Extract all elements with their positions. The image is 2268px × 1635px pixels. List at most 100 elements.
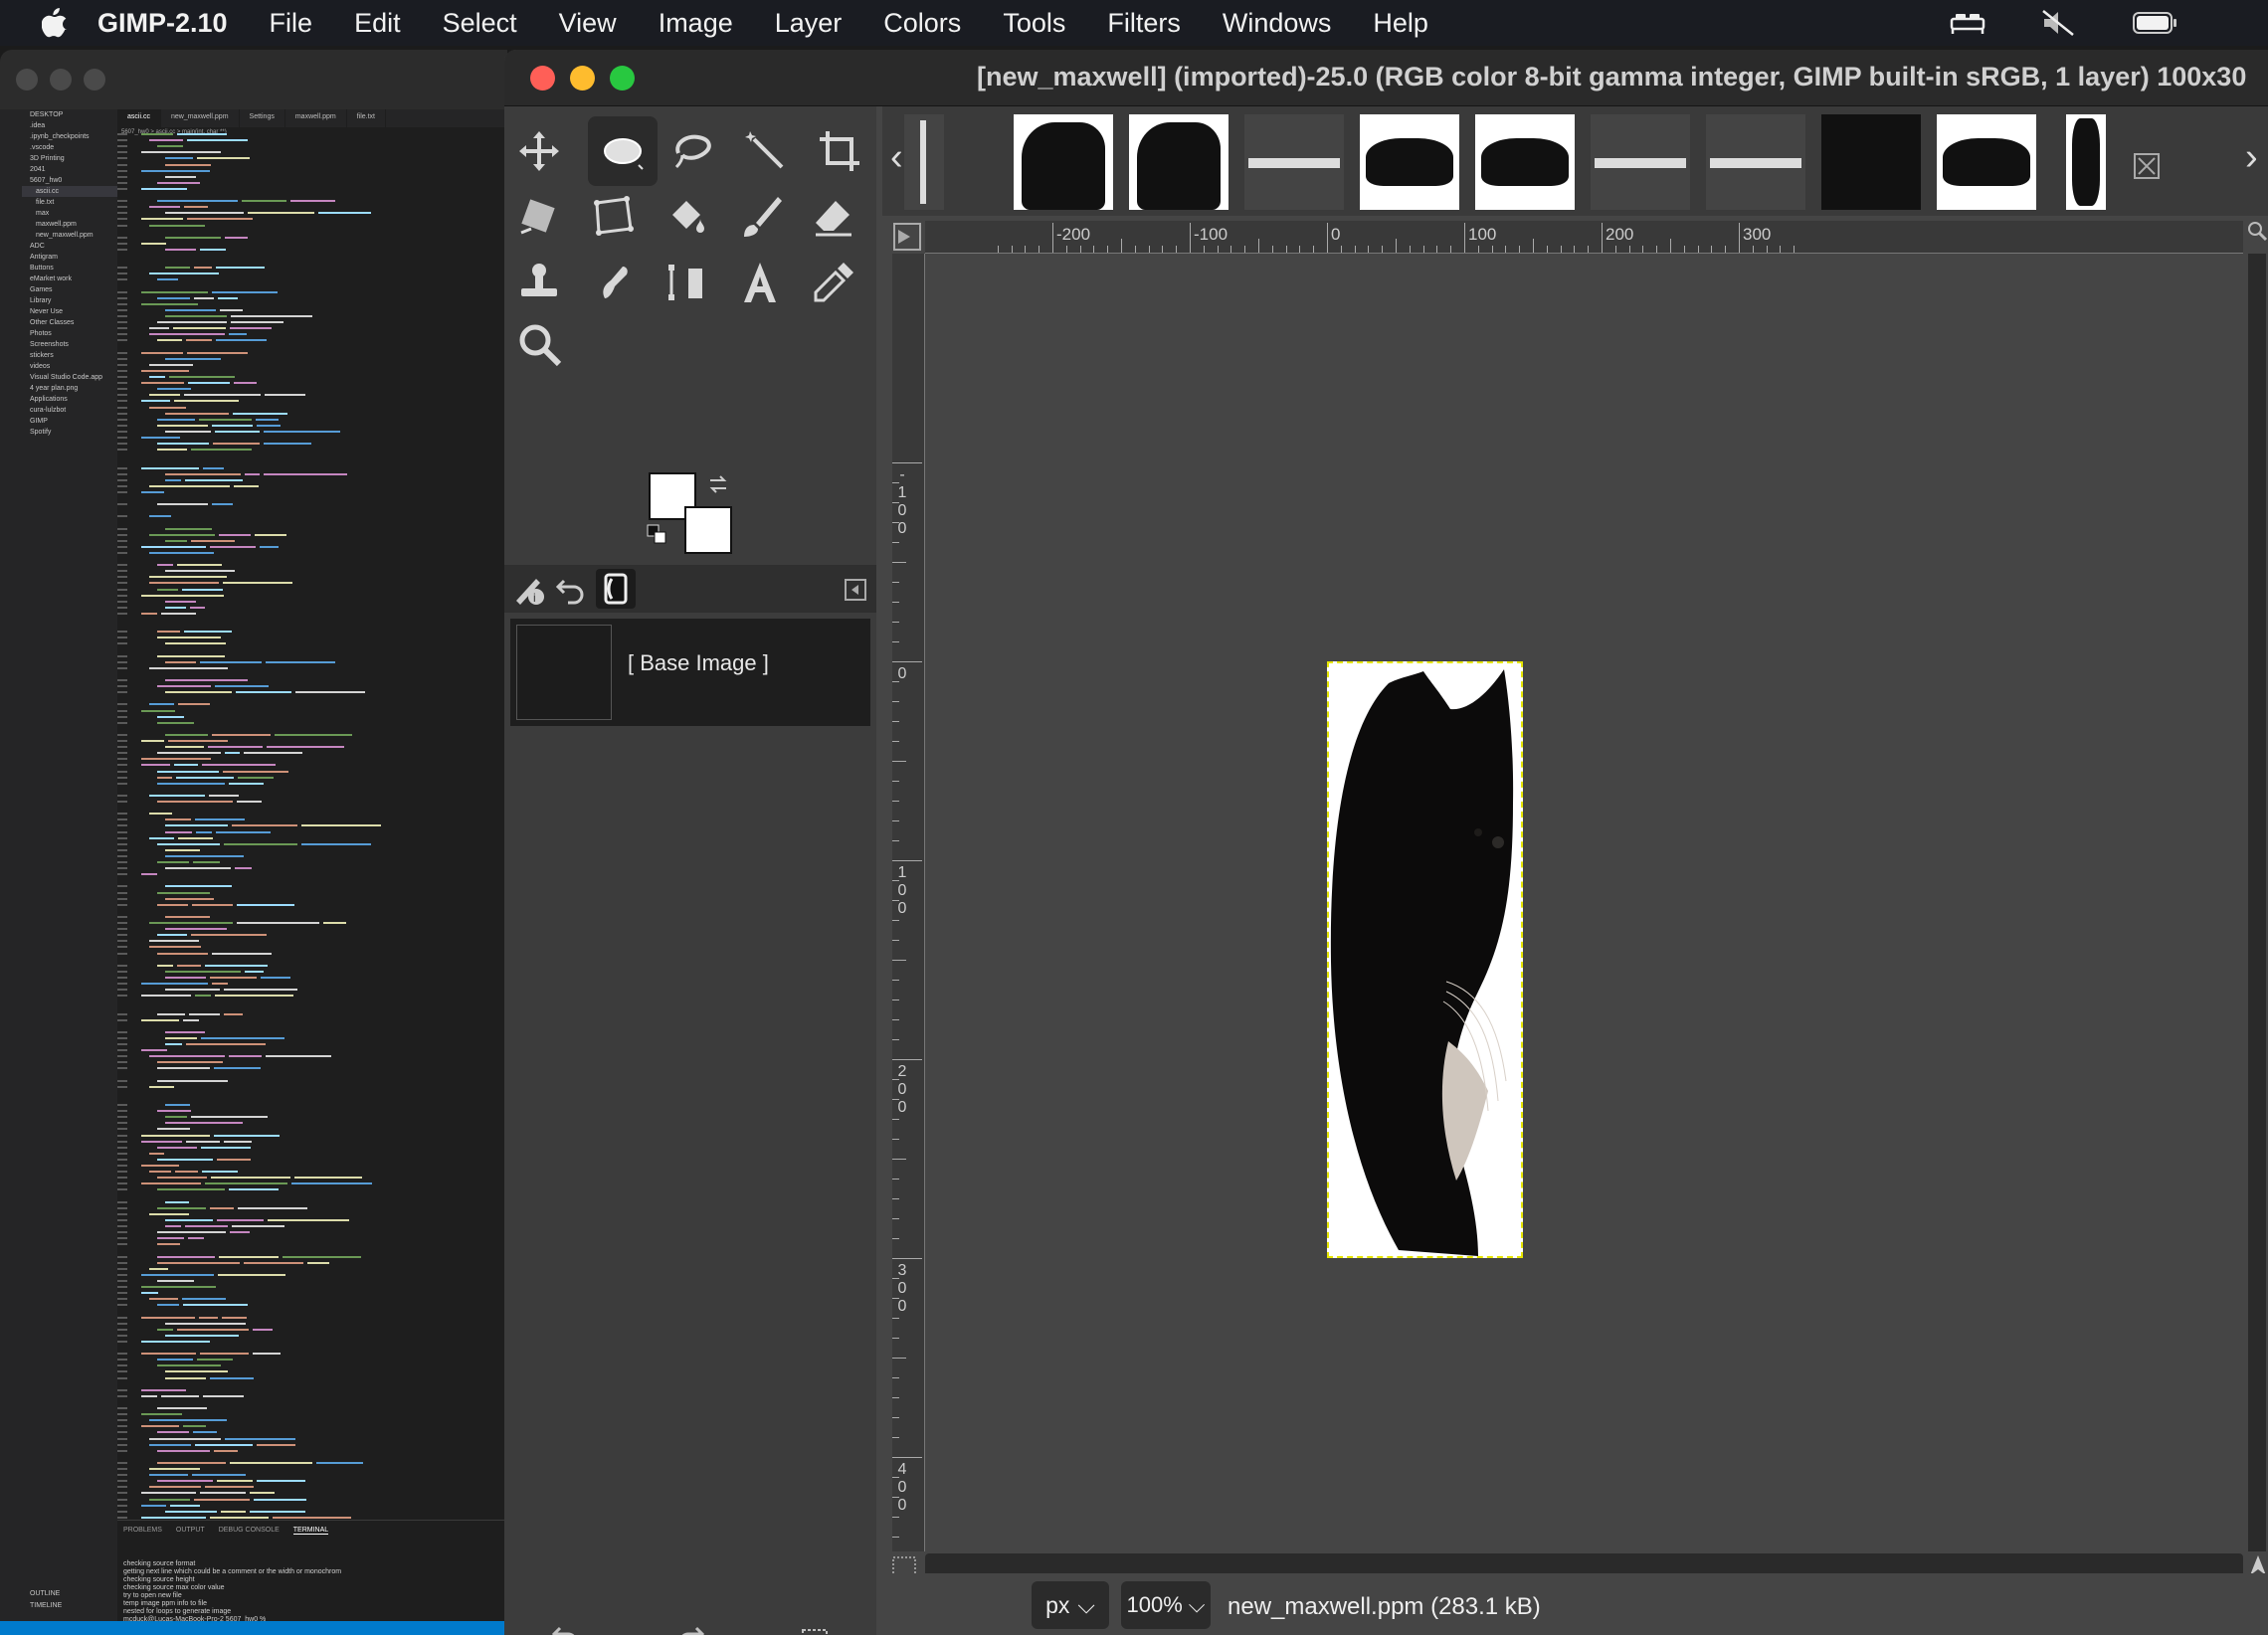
- explorer-item[interactable]: maxwell.ppm: [22, 219, 117, 230]
- color-picker-tool[interactable]: [803, 252, 864, 313]
- bucket-fill-tool[interactable]: [656, 186, 717, 248]
- zoom-button[interactable]: [610, 66, 635, 91]
- explorer-item[interactable]: videos: [22, 361, 117, 372]
- menu-file[interactable]: File: [270, 8, 313, 39]
- free-select-tool[interactable]: [662, 120, 723, 182]
- timeline-label[interactable]: TIMELINE: [22, 1600, 62, 1611]
- menu-windows[interactable]: Windows: [1223, 8, 1332, 39]
- clone-tool[interactable]: [508, 252, 570, 313]
- fg-bg-colors[interactable]: [647, 472, 738, 554]
- menu-tools[interactable]: Tools: [1003, 8, 1065, 39]
- panel-tab-problems[interactable]: PROBLEMS: [123, 1527, 162, 1535]
- panel-tab-output[interactable]: OUTPUT: [176, 1527, 205, 1535]
- explorer-item[interactable]: 4 year plan.png: [22, 383, 117, 394]
- tool-options-icon[interactable]: i: [512, 573, 546, 607]
- zoom-tool[interactable]: [508, 313, 570, 375]
- menu-image[interactable]: Image: [659, 8, 733, 39]
- explorer-item[interactable]: DESKTOP: [22, 109, 117, 120]
- image-thumbnail[interactable]: [1129, 114, 1228, 210]
- explorer-item[interactable]: .ipynb_checkpoints: [22, 131, 117, 142]
- explorer-item[interactable]: Library: [22, 295, 117, 306]
- text-tool[interactable]: [729, 252, 791, 313]
- explorer-item[interactable]: ascii.cc: [22, 186, 117, 197]
- vertical-scrollbar[interactable]: [2248, 254, 2266, 1551]
- panel-tab-debug[interactable]: DEBUG CONSOLE: [219, 1527, 280, 1535]
- image-thumbnail[interactable]: [1937, 114, 2036, 210]
- fuzzy-select-tool[interactable]: [735, 120, 797, 182]
- menu-layer[interactable]: Layer: [775, 8, 843, 39]
- tab-new-maxwell[interactable]: new_maxwell.ppm: [161, 109, 240, 127]
- clear-history-icon[interactable]: [799, 1622, 831, 1635]
- chevron-right-icon[interactable]: ›: [2245, 136, 2258, 179]
- menu-view[interactable]: View: [559, 8, 617, 39]
- tab-file[interactable]: file.txt: [347, 109, 386, 127]
- dock-menu-icon[interactable]: [845, 579, 866, 601]
- ellipse-select-tool[interactable]: [588, 116, 658, 186]
- vertical-ruler[interactable]: -100 0 100 200 300 400: [892, 254, 925, 1551]
- layer-name[interactable]: [ Base Image ]: [628, 650, 769, 676]
- image-thumbnail[interactable]: [1475, 114, 1575, 210]
- zoom-fit-icon[interactable]: [2246, 220, 2268, 242]
- close-icon[interactable]: [16, 69, 38, 91]
- image-canvas[interactable]: [925, 254, 2243, 1551]
- warp-transform-tool[interactable]: [582, 186, 644, 248]
- apple-icon[interactable]: [42, 8, 68, 38]
- menu-edit[interactable]: Edit: [354, 8, 401, 39]
- panel-tab-terminal[interactable]: TERMINAL: [292, 1527, 329, 1535]
- explorer-item[interactable]: new_maxwell.ppm: [22, 230, 117, 241]
- explorer-item[interactable]: Screenshots: [22, 339, 117, 350]
- explorer-item[interactable]: 5607_hw0: [22, 175, 117, 186]
- undo-icon[interactable]: [550, 1622, 582, 1635]
- explorer-item[interactable]: eMarket work: [22, 273, 117, 284]
- image-thumbnail[interactable]: [1244, 114, 1344, 210]
- redo-icon[interactable]: [674, 1622, 706, 1635]
- bed-icon[interactable]: [1950, 11, 1985, 35]
- explorer-item[interactable]: .idea: [22, 120, 117, 131]
- unit-select[interactable]: px ⌵: [1032, 1581, 1109, 1629]
- explorer-item[interactable]: Games: [22, 284, 117, 295]
- tab-ascii[interactable]: ascii.cc: [117, 109, 161, 127]
- quick-mask-icon[interactable]: [892, 222, 922, 252]
- image-thumbnail[interactable]: [904, 114, 944, 210]
- explorer-item[interactable]: Buttons: [22, 263, 117, 273]
- move-tool[interactable]: [508, 120, 570, 182]
- code-editor[interactable]: [117, 133, 507, 1565]
- tab-maxwell[interactable]: maxwell.ppm: [285, 109, 347, 127]
- explorer-item[interactable]: 3D Printing: [22, 153, 117, 164]
- minimize-button[interactable]: [570, 66, 595, 91]
- explorer-item[interactable]: GIMP: [22, 416, 117, 427]
- explorer-item[interactable]: max: [22, 208, 117, 219]
- explorer-item[interactable]: Other Classes: [22, 317, 117, 328]
- battery-icon[interactable]: [2133, 11, 2178, 35]
- paintbrush-tool[interactable]: [729, 186, 791, 248]
- explorer-item[interactable]: ADC: [22, 241, 117, 252]
- layer-thumbnail[interactable]: [516, 625, 612, 720]
- explorer-item[interactable]: Photos: [22, 328, 117, 339]
- horizontal-ruler[interactable]: -200 -100 0 100 200 300: [925, 221, 2243, 254]
- tab-settings[interactable]: Settings: [240, 109, 285, 127]
- explorer-item[interactable]: Visual Studio Code.app: [22, 372, 117, 383]
- explorer-item[interactable]: stickers: [22, 350, 117, 361]
- image-thumbnail[interactable]: [1360, 114, 1459, 210]
- image-thumbnail[interactable]: [2066, 114, 2106, 210]
- explorer-item[interactable]: 2041: [22, 164, 117, 175]
- outline-label[interactable]: OUTLINE: [22, 1588, 60, 1599]
- layers-tab[interactable]: [596, 569, 636, 609]
- menu-select[interactable]: Select: [443, 8, 517, 39]
- explorer-item[interactable]: Never Use: [22, 306, 117, 317]
- undo-history-icon[interactable]: [554, 573, 588, 607]
- swap-colors-icon[interactable]: [706, 472, 730, 496]
- explorer-item[interactable]: file.txt: [22, 197, 117, 208]
- background-color[interactable]: [684, 506, 732, 554]
- zoom-icon[interactable]: [84, 69, 105, 91]
- terminal-panel[interactable]: PROBLEMS OUTPUT DEBUG CONSOLE TERMINAL c…: [117, 1520, 507, 1623]
- explorer-item[interactable]: Spotify: [22, 427, 117, 438]
- minimize-icon[interactable]: [50, 69, 72, 91]
- app-name[interactable]: GIMP-2.10: [97, 8, 228, 39]
- menu-help[interactable]: Help: [1373, 8, 1428, 39]
- image-thumbnail[interactable]: [1706, 114, 1805, 210]
- close-button[interactable]: [530, 66, 555, 91]
- zoom-select[interactable]: 100% ⌵: [1121, 1581, 1211, 1629]
- explorer-item[interactable]: cura-lulzbot: [22, 405, 117, 416]
- menu-colors[interactable]: Colors: [883, 8, 961, 39]
